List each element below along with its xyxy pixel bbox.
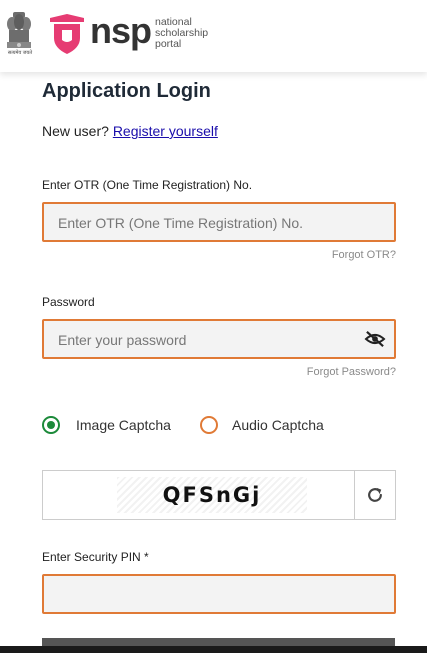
otr-field	[42, 202, 396, 242]
nsp-logo-icon	[50, 14, 84, 54]
new-user-text: New user?	[42, 123, 109, 139]
refresh-icon	[368, 487, 382, 502]
audio-captcha-radio[interactable]	[200, 416, 218, 434]
captcha-box: QFSnGj	[42, 470, 396, 520]
refresh-captcha-button[interactable]	[354, 471, 395, 519]
nsp-logo-subtitle: national scholarship portal	[155, 17, 208, 50]
emblem-tagline: सत्यमेव जयते	[7, 50, 33, 56]
password-field	[42, 319, 396, 359]
eye-slash-icon[interactable]	[364, 330, 386, 348]
page-title: Application Login	[42, 80, 211, 102]
otr-label: Enter OTR (One Time Registration) No.	[42, 178, 253, 192]
captcha-image: QFSnGj	[117, 477, 307, 513]
password-input[interactable]	[56, 321, 360, 359]
logo-sub-line: portal	[155, 38, 182, 50]
security-pin-input[interactable]	[56, 576, 360, 614]
nsp-logo-text: nsp	[90, 10, 152, 51]
forgot-otr-link[interactable]: Forgot OTR?	[332, 249, 396, 261]
forgot-password-link[interactable]: Forgot Password?	[307, 366, 396, 378]
image-captcha-label[interactable]: Image Captcha	[76, 417, 171, 433]
bottom-bar	[0, 646, 427, 653]
captcha-text: QFSnGj	[162, 483, 262, 507]
register-link[interactable]: Register yourself	[113, 123, 218, 139]
site-header: सत्यमेव जयते nsp national scholarship po…	[0, 0, 427, 72]
audio-captcha-label[interactable]: Audio Captcha	[232, 417, 324, 433]
password-label: Password	[42, 295, 95, 309]
new-user-prompt: New user? Register yourself	[42, 123, 218, 139]
image-captcha-radio[interactable]	[42, 416, 60, 434]
otr-input[interactable]	[56, 204, 360, 242]
security-pin-field	[42, 574, 396, 614]
security-pin-label: Enter Security PIN *	[42, 550, 149, 564]
